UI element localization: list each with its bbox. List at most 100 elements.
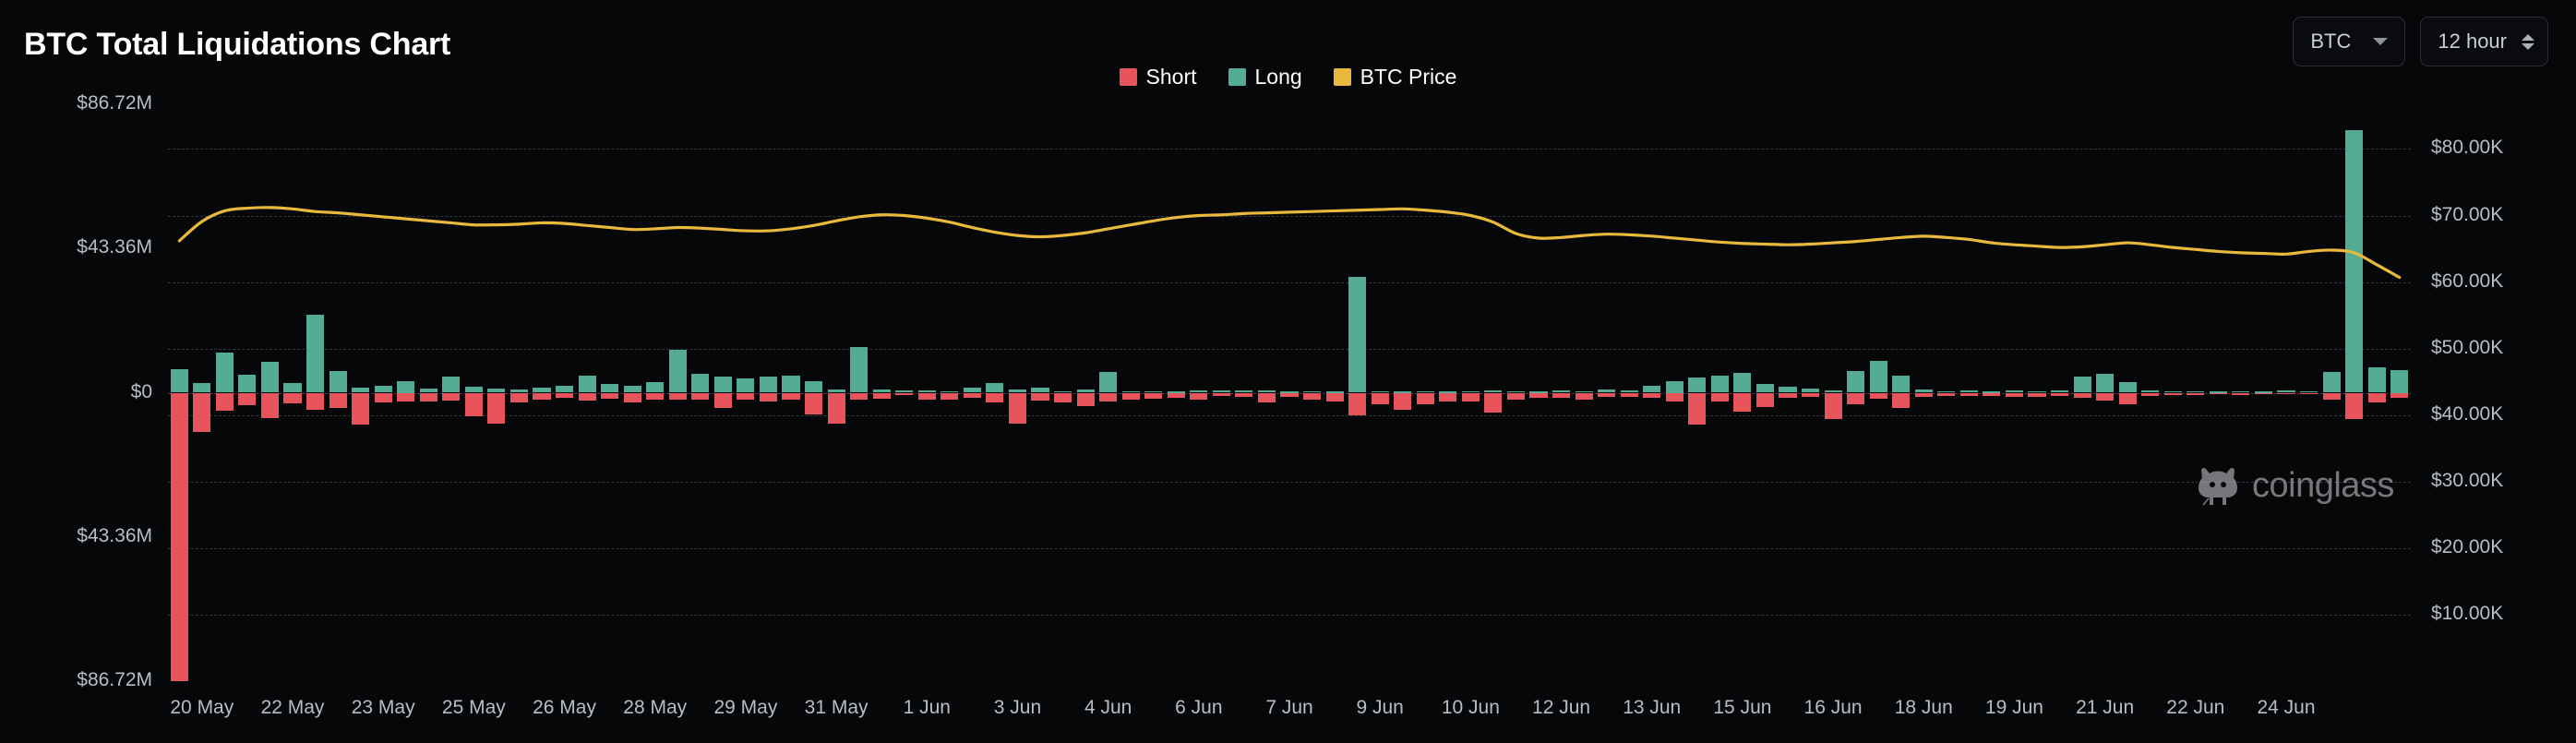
bar-group[interactable] [1235,104,1253,681]
bar-group[interactable] [306,104,325,681]
bar-group[interactable] [1053,104,1072,681]
bar-group[interactable] [1008,104,1027,681]
bar-group[interactable] [1869,104,1887,681]
bar-group[interactable] [1801,104,1820,681]
bar-group[interactable] [737,104,755,681]
bar-group[interactable] [1824,104,1842,681]
bar-group[interactable] [2232,104,2250,681]
bar-group[interactable] [555,104,574,681]
bar-group[interactable] [2367,104,2386,681]
bar-group[interactable] [2096,104,2115,681]
bar-group[interactable] [2187,104,2205,681]
bar-group[interactable] [442,104,461,681]
period-select[interactable]: 12 hour [2420,17,2548,66]
bar-group[interactable] [1529,104,1548,681]
bar-group[interactable] [2299,104,2318,681]
bar-group[interactable] [1099,104,1118,681]
bar-group[interactable] [623,104,641,681]
bar-group[interactable] [2254,104,2273,681]
bar-group[interactable] [1598,104,1616,681]
bar-group[interactable] [193,104,211,681]
bar-group[interactable] [917,104,936,681]
bar-group[interactable] [352,104,370,681]
bar-group[interactable] [759,104,778,681]
bar-group[interactable] [2390,104,2409,681]
bar-group[interactable] [215,104,234,681]
bar-group[interactable] [2209,104,2227,681]
bar-group[interactable] [329,104,347,681]
bar-group[interactable] [1394,104,1412,681]
bar-group[interactable] [668,104,687,681]
bar-group[interactable] [1710,104,1729,681]
bar-group[interactable] [1416,104,1434,681]
legend-item-long[interactable]: Long [1228,65,1302,90]
bar-group[interactable] [2322,104,2341,681]
bar-group[interactable] [713,104,732,681]
bar-group[interactable] [1461,104,1480,681]
bar-group[interactable] [1190,104,1208,681]
bar-group[interactable] [1733,104,1752,681]
bar-group[interactable] [1937,104,1956,681]
bar-group[interactable] [1620,104,1638,681]
bar-group[interactable] [646,104,665,681]
bar-group[interactable] [1439,104,1457,681]
bar-group[interactable] [1257,104,1276,681]
bar-group[interactable] [1167,104,1185,681]
bar-group[interactable] [1552,104,1571,681]
bar-group[interactable] [260,104,280,681]
bar-group[interactable] [1959,104,1978,681]
bar-group[interactable] [1755,104,1775,681]
bar-group[interactable] [578,104,596,681]
bar-group[interactable] [2050,104,2069,681]
bar-group[interactable] [1348,104,1367,681]
bar-group[interactable] [1506,104,1526,681]
legend-item-btc-price[interactable]: BTC Price [1333,65,1456,90]
bar-group[interactable] [2028,104,2046,681]
bar-group[interactable] [1076,104,1095,681]
bar-group[interactable] [827,104,845,681]
bar-group[interactable] [1892,104,1911,681]
bar-group[interactable] [374,104,392,681]
bar-group[interactable] [1688,104,1707,681]
bar-group[interactable] [782,104,800,681]
bar-group[interactable] [601,104,619,681]
bar-group[interactable] [986,104,1004,681]
bar-group[interactable] [2118,104,2137,681]
bar-group[interactable] [804,104,823,681]
bar-group[interactable] [487,104,506,681]
bar-group[interactable] [1121,104,1140,681]
legend-item-short[interactable]: Short [1119,65,1197,90]
bar-group[interactable] [1144,104,1163,681]
bar-group[interactable] [1643,104,1661,681]
bar-group[interactable] [397,104,415,681]
bar-group[interactable] [283,104,302,681]
bar-group[interactable] [1280,104,1299,681]
bar-group[interactable] [1847,104,1865,681]
bar-group[interactable] [691,104,710,681]
bar-group[interactable] [238,104,257,681]
bar-group[interactable] [1983,104,2001,681]
bar-group[interactable] [1779,104,1797,681]
bar-group[interactable] [2277,104,2295,681]
bar-group[interactable] [2073,104,2091,681]
bar-group[interactable] [1665,104,1683,681]
bar-group[interactable] [1371,104,1389,681]
bar-group[interactable] [1031,104,1049,681]
bar-group[interactable] [872,104,891,681]
stepper-icon[interactable] [2522,33,2534,50]
bar-group[interactable] [170,104,188,681]
bar-group[interactable] [895,104,914,681]
bar-group[interactable] [2163,104,2182,681]
bar-group[interactable] [1325,104,1344,681]
asset-select[interactable]: BTC [2293,17,2406,66]
bar-group[interactable] [2005,104,2024,681]
bar-group[interactable] [533,104,551,681]
bar-group[interactable] [419,104,437,681]
bar-group[interactable] [963,104,981,681]
bar-group[interactable] [941,104,959,681]
bar-group[interactable] [1302,104,1322,681]
bar-group[interactable] [509,104,529,681]
bar-group[interactable] [850,104,869,681]
bar-group[interactable] [2141,104,2160,681]
bar-group[interactable] [1914,104,1933,681]
